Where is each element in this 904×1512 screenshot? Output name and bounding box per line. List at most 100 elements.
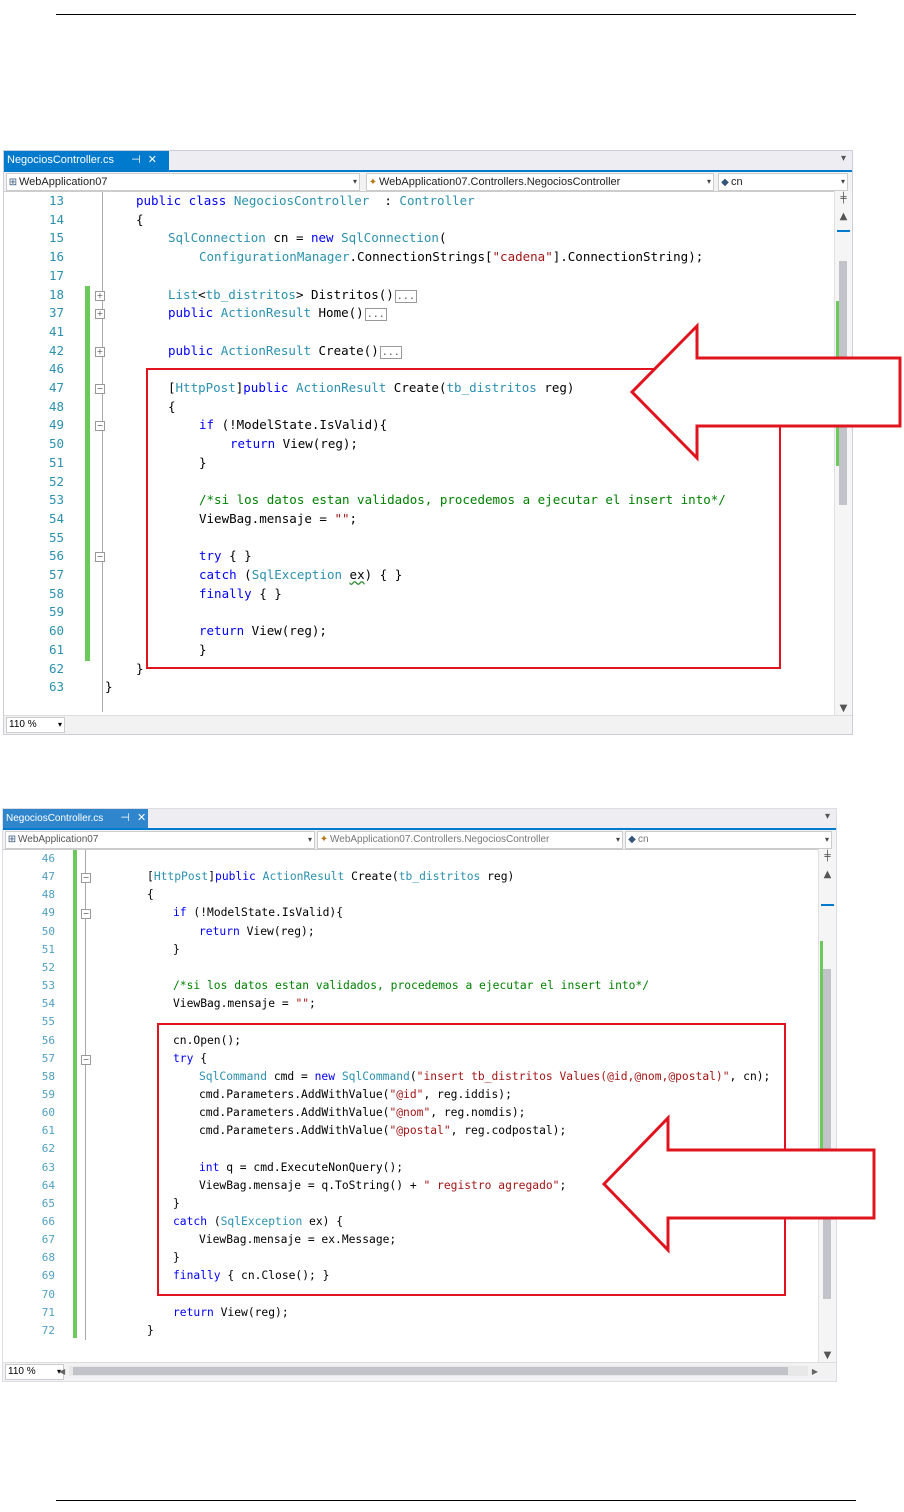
code-line[interactable]: 14 { (4, 211, 835, 230)
code-line[interactable]: 13 public class NegociosController : Cont… (4, 192, 835, 211)
code-line[interactable]: 53 /*si los datos estan validados, proced… (3, 977, 819, 996)
pin-icon[interactable]: ⊣ (120, 812, 130, 824)
code-text: return View(reg); (173, 1305, 289, 1319)
line-number: 37 (48, 305, 64, 321)
split-icon[interactable]: ╪ (819, 851, 836, 862)
line-number: 63 (48, 679, 64, 695)
code-line[interactable]: 15 SqlConnection cn = new SqlConnection( (4, 229, 835, 248)
line-number: 61 (48, 641, 64, 657)
member-combo-label: cn (638, 834, 649, 845)
collapse-icon[interactable]: − (81, 1054, 91, 1065)
status-strip: 110 % ▾ (4, 715, 852, 734)
collapsed-region[interactable]: ... (394, 289, 417, 303)
line-number: 57 (41, 1051, 55, 1065)
collapse-icon[interactable]: − (95, 421, 105, 432)
expand-icon[interactable]: + (95, 309, 105, 320)
code-line[interactable]: 37 + public ActionResult Home()... (4, 304, 835, 323)
code-line[interactable]: 17 (4, 267, 835, 286)
code-line[interactable]: 46 (3, 850, 819, 869)
line-number: 53 (41, 979, 55, 993)
line-number: 16 (48, 249, 64, 265)
tab-dropdown-icon[interactable]: ▾ (825, 811, 830, 822)
code-line[interactable]: 50 return View(reg); (3, 923, 819, 942)
zoom-combo[interactable]: 110 % ▾ (6, 717, 65, 733)
line-number: 60 (48, 623, 64, 639)
line-number: 50 (41, 924, 55, 938)
code-line[interactable]: 71 return View(reg); (3, 1304, 819, 1323)
code-line[interactable]: 72} (3, 1322, 819, 1341)
pin-icon[interactable]: ⊣ (131, 154, 141, 166)
code-line[interactable]: 63} (4, 678, 835, 697)
code-line[interactable]: 18 + List<tb_distritos> Distritos()... (4, 286, 835, 305)
bottom-rule (56, 1500, 856, 1501)
line-number: 59 (48, 604, 64, 620)
code-text: SqlConnection cn = new SqlConnection( (168, 230, 447, 246)
scroll-left-icon[interactable]: ◀ (59, 1366, 65, 1378)
code-text: ConfigurationManager.ConnectionStrings["… (199, 249, 704, 265)
member-combo[interactable]: ◆ cn ▾ (625, 831, 832, 849)
code-text: List<tb_distritos> Distritos()... (168, 286, 417, 303)
code-line[interactable]: 47 − [HttpPost]public ActionResult Create(… (3, 868, 819, 887)
line-number: 46 (41, 852, 55, 865)
collapse-icon[interactable]: − (95, 384, 105, 394)
project-combo[interactable]: ⊞ WebApplication07 ▾ (5, 831, 315, 849)
class-combo[interactable]: ✦ WebApplication07.Controllers.NegociosCo… (317, 831, 623, 849)
tab-negocios-controller[interactable]: NegociosController.cs ⊣ ✕ (4, 151, 169, 170)
member-combo[interactable]: ◆ cn ▾ (718, 173, 848, 191)
collapse-icon[interactable]: − (81, 909, 91, 920)
close-icon[interactable]: ✕ (137, 812, 146, 824)
collapsed-region[interactable]: ... (364, 308, 387, 322)
line-number: 62 (41, 1142, 55, 1156)
code-line[interactable]: 48 { (3, 886, 819, 905)
collapsed-region[interactable]: ... (379, 345, 402, 359)
vertical-scrollbar[interactable]: ╪ ▲ ▼ (818, 849, 836, 1363)
zoom-combo[interactable]: 110 % ▾ (5, 1364, 64, 1380)
line-number: 42 (48, 342, 64, 358)
scroll-down-icon[interactable]: ▼ (835, 703, 852, 714)
scroll-right-icon[interactable]: ▶ (812, 1366, 818, 1378)
code-line[interactable]: 49 − if (!ModelState.IsValid){ (3, 904, 819, 923)
scroll-up-icon[interactable]: ▲ (835, 211, 852, 222)
code-text: } (105, 679, 113, 695)
line-number: 66 (41, 1215, 55, 1228)
scroll-down-icon[interactable]: ▼ (819, 1350, 836, 1361)
chevron-down-icon: ▾ (615, 835, 620, 844)
class-icon: ✦ (368, 177, 378, 188)
line-number: 57 (48, 567, 64, 582)
horizontal-scrollbar[interactable]: ◀ ▶ (59, 1366, 818, 1376)
line-number: 68 (41, 1251, 55, 1265)
horizontal-scroll-thumb[interactable] (73, 1367, 788, 1375)
tab-dropdown-icon[interactable]: ▾ (841, 153, 846, 164)
line-number: 53 (48, 492, 64, 508)
field-icon: ◆ (721, 177, 729, 188)
project-icon: ⊞ (8, 177, 18, 188)
collapse-icon[interactable]: − (95, 552, 105, 563)
line-number: 71 (41, 1305, 55, 1319)
code-line[interactable]: 16 ConfigurationManager.ConnectionStrings… (4, 248, 835, 267)
scroll-up-icon[interactable]: ▲ (819, 869, 836, 880)
code-line[interactable]: 52 (3, 959, 819, 978)
expand-icon[interactable]: + (95, 290, 105, 301)
line-number: 48 (48, 398, 64, 414)
class-combo-label: WebApplication07.Controllers.NegociosCon… (379, 176, 621, 188)
chevron-down-icon: ▾ (706, 177, 711, 186)
close-icon[interactable]: ✕ (148, 154, 157, 166)
code-line[interactable]: 51} (3, 941, 819, 960)
member-combo-label: cn (731, 176, 743, 188)
line-number: 56 (41, 1033, 55, 1047)
line-number: 61 (41, 1124, 55, 1138)
line-number: 70 (41, 1287, 55, 1301)
tab-title: NegociosController.cs (7, 154, 114, 166)
line-number: 54 (48, 510, 64, 526)
line-number: 51 (41, 942, 55, 956)
zoom-label: 110 % (9, 719, 37, 730)
project-combo[interactable]: ⊞ WebApplication07 ▾ (6, 173, 360, 191)
line-number: 48 (41, 888, 55, 902)
tab-negocios-controller[interactable]: NegociosController.cs ⊣ ✕ (3, 809, 148, 828)
code-line[interactable]: 54 ViewBag.mensaje = ""; (3, 995, 819, 1014)
line-number: 55 (48, 529, 64, 545)
collapse-icon[interactable]: − (81, 873, 91, 884)
class-combo[interactable]: ✦ WebApplication07.Controllers.NegociosCo… (366, 173, 714, 191)
expand-icon[interactable]: + (95, 346, 105, 357)
split-icon[interactable]: ╪ (835, 193, 852, 204)
